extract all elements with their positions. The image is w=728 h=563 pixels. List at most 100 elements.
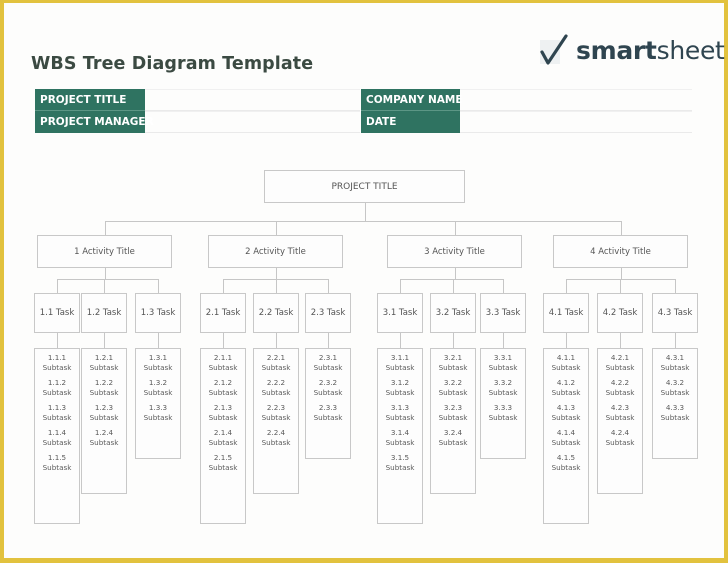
subtask-item[interactable]: 4.3.1 Subtask bbox=[653, 353, 697, 372]
company-name-label: COMPANY NAME bbox=[361, 89, 463, 111]
subtask-label: Subtask bbox=[42, 437, 72, 447]
subtask-item[interactable]: 4.3.2 Subtask bbox=[653, 378, 697, 397]
page-title: WBS Tree Diagram Template bbox=[31, 54, 314, 74]
subtask-label: Subtask bbox=[261, 412, 291, 422]
subtask-item[interactable]: 1.2.2 Subtask bbox=[82, 378, 126, 397]
connector-line bbox=[454, 221, 456, 235]
date-field[interactable] bbox=[460, 111, 692, 133]
subtask-item[interactable]: 3.2.3 Subtask bbox=[431, 403, 475, 422]
subtask-item[interactable]: 4.1.5 Subtask bbox=[544, 453, 588, 472]
subtask-column: 2.2.1 Subtask 2.2.2 Subtask 2.2.3 Subtask 2.2.… bbox=[253, 348, 299, 494]
subtask-item[interactable]: 1.2.3 Subtask bbox=[82, 403, 126, 422]
subtask-number: 2.2.3 bbox=[266, 403, 286, 412]
subtask-item[interactable]: 4.2.3 Subtask bbox=[598, 403, 642, 422]
task-node[interactable]: 4.2 Task bbox=[597, 293, 643, 333]
subtask-item[interactable]: 4.1.1 Subtask bbox=[544, 353, 588, 372]
task-node[interactable]: 3.1 Task bbox=[377, 293, 423, 333]
subtask-number: 3.1.4 bbox=[390, 428, 410, 437]
subtask-item[interactable]: 3.1.1 Subtask bbox=[378, 353, 422, 372]
subtask-item[interactable]: 2.1.5 Subtask bbox=[201, 453, 245, 472]
subtask-label: Subtask bbox=[385, 437, 415, 447]
task-node[interactable]: 1.1 Task bbox=[34, 293, 80, 333]
subtask-item[interactable]: 3.3.2 Subtask bbox=[481, 378, 525, 397]
task-node[interactable]: 1.2 Task bbox=[81, 293, 127, 333]
task-node[interactable]: 2.2 Task bbox=[253, 293, 299, 333]
subtask-item[interactable]: 4.1.2 Subtask bbox=[544, 378, 588, 397]
subtask-item[interactable]: 2.3.3 Subtask bbox=[306, 403, 350, 422]
subtask-item[interactable]: 3.2.1 Subtask bbox=[431, 353, 475, 372]
task-node[interactable]: 3.2 Task bbox=[430, 293, 476, 333]
subtask-item[interactable]: 2.2.4 Subtask bbox=[254, 428, 298, 447]
root-node[interactable]: PROJECT TITLE bbox=[264, 170, 465, 203]
task-node[interactable]: 3.3 Task bbox=[480, 293, 526, 333]
activity-node[interactable]: 4 Activity Title bbox=[553, 235, 688, 268]
subtask-item[interactable]: 2.1.3 Subtask bbox=[201, 403, 245, 422]
subtask-item[interactable]: 2.3.2 Subtask bbox=[306, 378, 350, 397]
subtask-item[interactable]: 1.3.2 Subtask bbox=[136, 378, 180, 397]
subtask-number: 3.1.2 bbox=[390, 378, 410, 387]
subtask-item[interactable]: 4.3.3 Subtask bbox=[653, 403, 697, 422]
subtask-item[interactable]: 4.1.4 Subtask bbox=[544, 428, 588, 447]
task-node[interactable]: 1.3 Task bbox=[135, 293, 181, 333]
subtask-item[interactable]: 3.2.4 Subtask bbox=[431, 428, 475, 447]
subtask-item[interactable]: 3.3.1 Subtask bbox=[481, 353, 525, 372]
activity-node[interactable]: 3 Activity Title bbox=[387, 235, 522, 268]
subtask-item[interactable]: 4.2.4 Subtask bbox=[598, 428, 642, 447]
subtask-item[interactable]: 1.1.1 Subtask bbox=[35, 353, 79, 372]
subtask-label: Subtask bbox=[488, 412, 518, 422]
subtask-item[interactable]: 1.1.5 Subtask bbox=[35, 453, 79, 472]
subtask-item[interactable]: 3.1.4 Subtask bbox=[378, 428, 422, 447]
task-node[interactable]: 4.3 Task bbox=[652, 293, 698, 333]
subtask-label: Subtask bbox=[438, 437, 468, 447]
connector-line bbox=[503, 279, 504, 293]
subtask-item[interactable]: 3.1.3 Subtask bbox=[378, 403, 422, 422]
subtask-item[interactable]: 3.3.3 Subtask bbox=[481, 403, 525, 422]
subtask-item[interactable]: 1.2.1 Subtask bbox=[82, 353, 126, 372]
connector-line bbox=[620, 221, 622, 235]
subtask-number: 3.2.4 bbox=[443, 428, 463, 437]
divider bbox=[361, 110, 460, 111]
project-title-field[interactable] bbox=[145, 89, 360, 111]
subtask-label: Subtask bbox=[42, 387, 72, 397]
subtask-item[interactable]: 1.2.4 Subtask bbox=[82, 428, 126, 447]
subtask-number: 1.1.3 bbox=[47, 403, 67, 412]
project-manager-field[interactable] bbox=[145, 111, 360, 133]
subtask-label: Subtask bbox=[313, 387, 343, 397]
subtask-column: 4.1.1 Subtask 4.1.2 Subtask 4.1.3 Subtask 4.1.… bbox=[543, 348, 589, 524]
subtask-item[interactable]: 4.2.2 Subtask bbox=[598, 378, 642, 397]
subtask-item[interactable]: 2.1.2 Subtask bbox=[201, 378, 245, 397]
subtask-item[interactable]: 3.1.5 Subtask bbox=[378, 453, 422, 472]
subtask-label: Subtask bbox=[89, 437, 119, 447]
subtask-item[interactable]: 2.2.1 Subtask bbox=[254, 353, 298, 372]
subtask-item[interactable]: 1.1.3 Subtask bbox=[35, 403, 79, 422]
subtask-item[interactable]: 1.1.4 Subtask bbox=[35, 428, 79, 447]
subtask-label: Subtask bbox=[385, 412, 415, 422]
subtask-item[interactable]: 4.1.3 Subtask bbox=[544, 403, 588, 422]
activity-node[interactable]: 2 Activity Title bbox=[208, 235, 343, 268]
task-node[interactable]: 2.3 Task bbox=[305, 293, 351, 333]
subtask-item[interactable]: 2.2.2 Subtask bbox=[254, 378, 298, 397]
subtask-item[interactable]: 2.1.4 Subtask bbox=[201, 428, 245, 447]
connector-line bbox=[104, 221, 106, 235]
subtask-label: Subtask bbox=[660, 387, 690, 397]
company-name-field[interactable] bbox=[460, 89, 692, 111]
subtask-item[interactable]: 1.3.1 Subtask bbox=[136, 353, 180, 372]
subtask-item[interactable]: 1.3.3 Subtask bbox=[136, 403, 180, 422]
task-node[interactable]: 4.1 Task bbox=[543, 293, 589, 333]
subtask-label: Subtask bbox=[89, 412, 119, 422]
subtask-item[interactable]: 3.2.2 Subtask bbox=[431, 378, 475, 397]
subtask-label: Subtask bbox=[208, 362, 238, 372]
subtask-label: Subtask bbox=[89, 387, 119, 397]
activity-node[interactable]: 1 Activity Title bbox=[37, 235, 172, 268]
connector-line bbox=[400, 333, 401, 348]
subtask-item[interactable]: 3.1.2 Subtask bbox=[378, 378, 422, 397]
subtask-item[interactable]: 2.1.1 Subtask bbox=[201, 353, 245, 372]
subtask-item[interactable]: 4.2.1 Subtask bbox=[598, 353, 642, 372]
subtask-number: 4.2.1 bbox=[610, 353, 630, 362]
task-node[interactable]: 2.1 Task bbox=[200, 293, 246, 333]
subtask-item[interactable]: 2.2.3 Subtask bbox=[254, 403, 298, 422]
subtask-item[interactable]: 1.1.2 Subtask bbox=[35, 378, 79, 397]
subtask-column: 2.1.1 Subtask 2.1.2 Subtask 2.1.3 Subtask 2.1.… bbox=[200, 348, 246, 524]
connector-line bbox=[503, 333, 504, 348]
subtask-item[interactable]: 2.3.1 Subtask bbox=[306, 353, 350, 372]
